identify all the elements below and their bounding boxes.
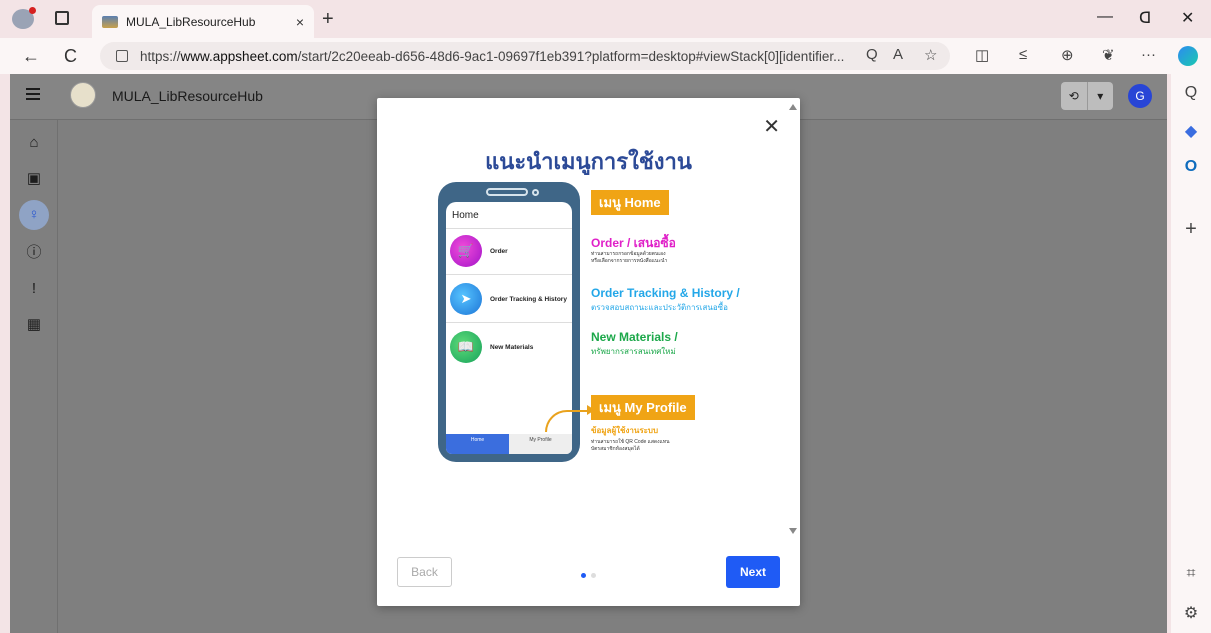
order-description-2: หรือเลือกจากรายการหนังสือแนะนำ xyxy=(591,258,668,264)
site-info-icon[interactable] xyxy=(116,50,128,62)
sync-dropdown-icon[interactable]: ▾ xyxy=(1088,82,1114,110)
sync-icon[interactable]: ⟲ xyxy=(1061,82,1088,110)
phone-menu-order: 🛒 Order xyxy=(450,232,572,270)
favicon-icon xyxy=(102,15,118,28)
grid-icon[interactable]: ▦ xyxy=(23,314,45,336)
sync-button-group[interactable]: ⟲ ▾ xyxy=(1061,82,1113,110)
scroll-down-icon[interactable] xyxy=(789,528,797,534)
back-button[interactable]: Back xyxy=(397,557,452,587)
page-dot-active[interactable] xyxy=(581,573,586,578)
sidebar-settings-icon[interactable]: ⚙ xyxy=(1181,603,1201,623)
phone-bottom-profile: My Profile xyxy=(509,434,572,454)
shopping-icon[interactable]: ◆ xyxy=(1181,121,1201,141)
screenshot-icon[interactable]: ⌗ xyxy=(1181,565,1201,585)
profile-description-2: บัตรสมาชิกห้องสมุดได้ xyxy=(591,446,640,452)
profile-heading: ข้อมูลผู้ใช้งานระบบ xyxy=(591,426,659,435)
app-title: MULA_LibResourceHub xyxy=(112,88,263,104)
divider xyxy=(446,274,572,275)
phone-menu-order-label: Order xyxy=(490,247,508,255)
read-aloud-icon[interactable]: A xyxy=(893,46,903,63)
phone-menu-tracking-label: Order Tracking & History xyxy=(490,295,567,303)
menu-home-badge: เมนู Home xyxy=(591,190,669,215)
new-tab-button[interactable]: + xyxy=(322,8,334,31)
home-icon[interactable]: ⌂ xyxy=(23,132,45,154)
favorite-star-icon[interactable]: ☆ xyxy=(924,46,937,64)
phone-bottom-home: Home xyxy=(446,434,509,454)
split-screen-icon[interactable]: ◫ xyxy=(975,46,989,64)
profile-description-1: ท่านสามารถใช้ QR Code แสดงแทน xyxy=(591,439,670,445)
id-card-icon[interactable]: ▣ xyxy=(23,168,45,190)
url-domain: www.appsheet.com xyxy=(180,48,298,64)
info-icon[interactable]: ⓘ xyxy=(23,242,45,264)
url-path: /start/2c20eeab-d656-48d6-9ac1-09697f1eb… xyxy=(297,48,845,64)
divider xyxy=(446,228,572,229)
app-left-nav: ⌂ ▣ ♀ ⓘ ! ▦ xyxy=(10,120,58,633)
tab-actions-icon[interactable] xyxy=(55,11,69,25)
app-logo xyxy=(70,82,96,108)
browser-tab[interactable]: MULA_LibResourceHub × xyxy=(92,5,314,38)
scroll-up-icon[interactable] xyxy=(789,104,797,110)
divider xyxy=(446,322,572,323)
more-menu-icon[interactable]: ··· xyxy=(1141,46,1156,63)
tracking-heading: Order Tracking & History / xyxy=(591,286,740,300)
phone-bottom-nav: Home My Profile xyxy=(446,434,572,454)
phone-menu-new-label: New Materials xyxy=(490,343,534,351)
book-icon: 📖 xyxy=(450,331,482,363)
search-icon[interactable]: Q xyxy=(1181,84,1201,104)
hamburger-menu-icon[interactable] xyxy=(26,88,40,100)
reload-button[interactable]: C xyxy=(64,46,77,67)
collections-icon[interactable]: ⊕ xyxy=(1061,46,1074,64)
tab-close-button[interactable]: × xyxy=(296,14,304,30)
minimize-button[interactable]: — xyxy=(1097,8,1113,26)
browser-titlebar: MULA_LibResourceHub × + — ᗡ ✕ xyxy=(0,0,1211,38)
tab-title: MULA_LibResourceHub xyxy=(126,14,256,29)
close-icon[interactable]: ✕ xyxy=(763,114,780,139)
favorites-icon[interactable]: ≤ xyxy=(1019,46,1027,63)
phone-screen-title: Home xyxy=(452,210,479,221)
new-materials-description: ทรัพยากรสารสนเทศใหม่ xyxy=(591,347,676,356)
feedback-icon[interactable]: ! xyxy=(23,278,45,300)
phone-menu-tracking: ➤ Order Tracking & History xyxy=(450,280,572,318)
dialog-title: แนะนำเมนูการใช้งาน xyxy=(485,149,692,174)
phone-camera xyxy=(532,189,539,196)
phone-speaker xyxy=(486,188,528,196)
tracking-description: ตรวจสอบสถานะและประวัติการเสนอซื้อ xyxy=(591,303,728,312)
profile-icon[interactable] xyxy=(12,7,36,29)
outlook-icon[interactable]: O xyxy=(1181,158,1201,178)
restore-button[interactable]: ᗡ xyxy=(1139,8,1151,28)
order-description-1: ท่านสามารถกรอกข้อมูลด้วยตนเอง xyxy=(591,251,666,257)
new-materials-heading: New Materials / xyxy=(591,330,678,344)
copilot-icon[interactable] xyxy=(1178,46,1198,66)
phone-menu-new-materials: 📖 New Materials xyxy=(450,328,572,366)
extensions-icon[interactable]: ❦ xyxy=(1102,46,1115,64)
onboarding-dialog: ✕ แนะนำเมนูการใช้งาน Home 🛒 Order ➤ Orde… xyxy=(377,98,800,606)
back-nav-button[interactable]: ← xyxy=(22,46,40,67)
menu-profile-badge: เมนู My Profile xyxy=(591,395,695,420)
url-prefix: https:// xyxy=(140,48,181,64)
user-avatar[interactable]: G xyxy=(1128,84,1152,108)
page-dot[interactable] xyxy=(591,573,596,578)
next-button[interactable]: Next xyxy=(726,556,780,588)
cart-icon: 🛒 xyxy=(450,235,482,267)
zoom-icon[interactable]: Q xyxy=(866,46,878,63)
address-bar[interactable]: https://www.appsheet.com/start/2c20eeab-… xyxy=(100,42,950,70)
send-icon: ➤ xyxy=(450,283,482,315)
lightbulb-icon[interactable]: ♀ xyxy=(19,200,49,230)
close-window-button[interactable]: ✕ xyxy=(1181,8,1194,28)
add-sidebar-icon[interactable]: + xyxy=(1181,218,1201,240)
